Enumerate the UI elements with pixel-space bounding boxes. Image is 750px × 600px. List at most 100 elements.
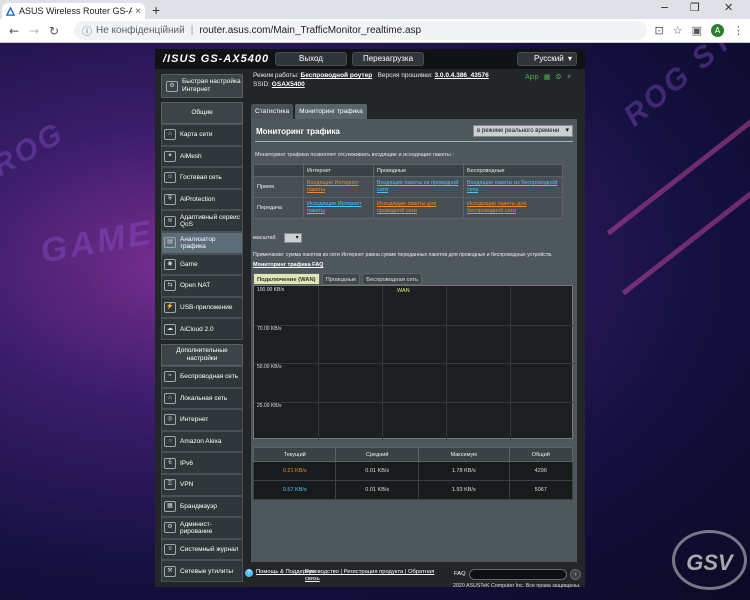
forward-icon[interactable]: →	[26, 24, 42, 38]
graph-label-100: 100.00 KB/s	[257, 287, 285, 293]
sidebar-item-guest[interactable]: ☺ Гостевая сеть	[161, 167, 243, 189]
sidebar-item-analyzer[interactable]: ▤ Анализатор трафика	[161, 231, 243, 254]
sidebar-item-label: Сетевые утилиты	[180, 567, 234, 575]
firmware-value[interactable]: 3.0.0.4.386_43576	[435, 72, 489, 79]
back-icon[interactable]: ←	[6, 24, 22, 38]
sidebar-item-label: AiProtection	[180, 196, 216, 204]
mode-value[interactable]: Беспроводной роутер	[301, 72, 373, 79]
sidebar-item-shield[interactable]: ⛨ AiProtection	[161, 188, 243, 211]
tools-icon: ⚒	[164, 565, 176, 577]
faq-search-go-icon[interactable]: ›	[570, 569, 581, 580]
sidebar-item-lan[interactable]: ⌂ Локальная сеть	[161, 387, 243, 410]
tab-close-icon[interactable]: ×	[135, 6, 141, 17]
reboot-button[interactable]: Перезагрузка	[352, 52, 424, 66]
globe-icon: ◎	[164, 414, 176, 426]
qos-icon: ≋	[164, 215, 176, 227]
sidebar-item-qos[interactable]: ≋ Адаптивный сервис QoS	[161, 210, 243, 232]
stats-total-rx: 4296	[508, 461, 574, 481]
stats-current-tx: 0.57 KB/s	[252, 480, 337, 500]
sidebar-item-ipv6[interactable]: 6 IPv6	[161, 452, 243, 474]
address-bar[interactable]: ⓘ Не конфіденційний | router.asus.com/Ma…	[74, 21, 647, 40]
faq-search-input[interactable]	[469, 569, 567, 580]
language-select[interactable]: Русский	[517, 52, 577, 66]
stats-total-tx: 5067	[508, 480, 574, 500]
note-text: Примечание: сумма пакетов из сети Интерн…	[253, 252, 553, 258]
sidebar-item-nat[interactable]: ⇆ Open NAT	[161, 275, 243, 297]
browser-tab-title: ASUS Wireless Router GS-AX540	[19, 6, 133, 16]
graph-vgridline	[382, 286, 383, 440]
footer-links-text[interactable]: Руководство | Регистрация продукта | Обр…	[305, 569, 434, 582]
graph-tab-wan[interactable]: Подключение (WAN)	[253, 273, 320, 285]
cloud-icon: ☁	[164, 323, 176, 335]
graph-tab-wireless[interactable]: Беспроводная сеть	[362, 273, 423, 285]
stats-header-current: Текущий	[252, 447, 337, 462]
sidebar-item-admin[interactable]: ⚙ Админист-рирование	[161, 517, 243, 539]
ssid-value[interactable]: GSAX5400	[272, 81, 305, 88]
maximize-icon[interactable]: ❐	[690, 1, 700, 14]
admin-icon: ⚙	[164, 522, 176, 534]
sidebar-item-gamepad[interactable]: ◉ Game	[161, 253, 243, 276]
info-icon[interactable]: ⓘ	[82, 23, 92, 38]
footer-links[interactable]: Руководство | Регистрация продукта | Обр…	[305, 569, 445, 583]
monitor-mode-select[interactable]: в режиме реального времени	[473, 125, 573, 137]
sidebar-item-alexa[interactable]: ○ Amazon Alexa	[161, 430, 243, 453]
graph-series-label: WAN	[397, 288, 410, 294]
logout-button[interactable]: Выход	[275, 52, 347, 66]
legend-wired-out: Исходящие пакеты для проводной сети	[376, 201, 437, 214]
sidebar-item-firewall[interactable]: ▦ Брандмауэр	[161, 495, 243, 518]
site-watermark-logo: GSV	[672, 530, 747, 590]
new-tab-button[interactable]: +	[152, 2, 160, 18]
sidebar-item-mesh[interactable]: ✦ AiMesh	[161, 145, 243, 168]
menu-kebab-icon[interactable]: ⋮	[733, 24, 744, 37]
table-row: 0.57 KB/s 0.01 KB/s 1.93 KB/s 5067	[252, 480, 574, 500]
sidebar-item-label: Админист-рирование	[180, 520, 213, 535]
sidebar-item-label: Анализатор трафика	[180, 235, 216, 250]
cast-icon[interactable]: ⊡	[655, 24, 664, 37]
usb-status-icon[interactable]: ⚡	[567, 73, 572, 81]
legend-internet-out: Исходящие Интернет пакеты	[307, 201, 362, 214]
legend-wireless-in: Входящие пакеты из беспроводной сети	[467, 180, 558, 193]
sidebar-item-label: Карта сети	[180, 131, 213, 139]
sidebar-item-vpn[interactable]: ⚿ VPN	[161, 473, 243, 496]
scale-label: масштаб	[253, 235, 276, 241]
left-navigation: ⚙ Быстрая настройка Интернет Общие ⌂ Карт…	[161, 74, 243, 582]
stats-max-tx: 1.93 KB/s	[417, 480, 510, 500]
faq-link[interactable]: Мониторинг трафика FAQ	[253, 262, 323, 268]
reload-icon[interactable]: ↻	[46, 24, 62, 38]
graph-label-70: 70.00 KB/s	[257, 326, 282, 332]
gear-icon[interactable]: ⚙	[555, 73, 561, 81]
sidebar-item-tools[interactable]: ⚒ Сетевые утилиты	[161, 560, 243, 582]
table-row: 0.21 KB/s 0.01 KB/s 1.78 KB/s 4296	[252, 461, 574, 481]
sidebar-item-label: Системный журнал	[180, 545, 239, 553]
asus-favicon-icon	[6, 6, 15, 16]
sidebar-item-map[interactable]: ⌂ Карта сети	[161, 124, 243, 146]
app-label[interactable]: App	[525, 73, 539, 81]
tab-statistics[interactable]: Статистика	[251, 104, 294, 119]
minimize-icon[interactable]: −	[660, 1, 669, 14]
extension-icon[interactable]: ▣	[692, 24, 702, 37]
sidebar-item-usb[interactable]: ⚡ USB-приложение	[161, 296, 243, 319]
faq-label: FAQ	[454, 571, 466, 577]
sidebar-item-log[interactable]: ≡ Системный журнал	[161, 538, 243, 561]
sidebar-item-label: Беспроводная сеть	[180, 373, 239, 381]
legend-header-wired: Проводные	[372, 164, 465, 177]
bookmark-star-icon[interactable]: ☆	[673, 24, 683, 37]
profile-avatar[interactable]: A	[711, 24, 724, 37]
title-divider	[255, 141, 573, 142]
quick-setup-button[interactable]: ⚙ Быстрая настройка Интернет	[161, 74, 243, 98]
sidebar-item-label: Локальная сеть	[180, 394, 228, 402]
sidebar-item-globe[interactable]: ◎ Интернет	[161, 409, 243, 431]
browser-tab[interactable]: ASUS Wireless Router GS-AX540 ×	[2, 3, 145, 19]
window-close-icon[interactable]: ✕	[724, 1, 733, 14]
graph-tab-wired[interactable]: Проводные	[321, 273, 361, 285]
sidebar-item-label: IPv6	[180, 459, 194, 467]
tab-traffic-monitor[interactable]: Мониторинг трафика	[295, 104, 367, 119]
usb-icon: ⚡	[164, 302, 176, 314]
graph-label-50: 50.00 KB/s	[257, 364, 282, 370]
sidebar-item-wireless[interactable]: ≈ Беспроводная сеть	[161, 365, 243, 388]
sidebar-item-cloud[interactable]: ☁ AiCloud 2.0	[161, 318, 243, 340]
qr-icon[interactable]: ▦	[544, 73, 551, 81]
copyright-text: 2020 ASUSTeK Computer Inc. Все права защ…	[453, 583, 581, 589]
ipv6-icon: 6	[164, 457, 176, 469]
scale-select[interactable]: ▾	[283, 233, 302, 243]
